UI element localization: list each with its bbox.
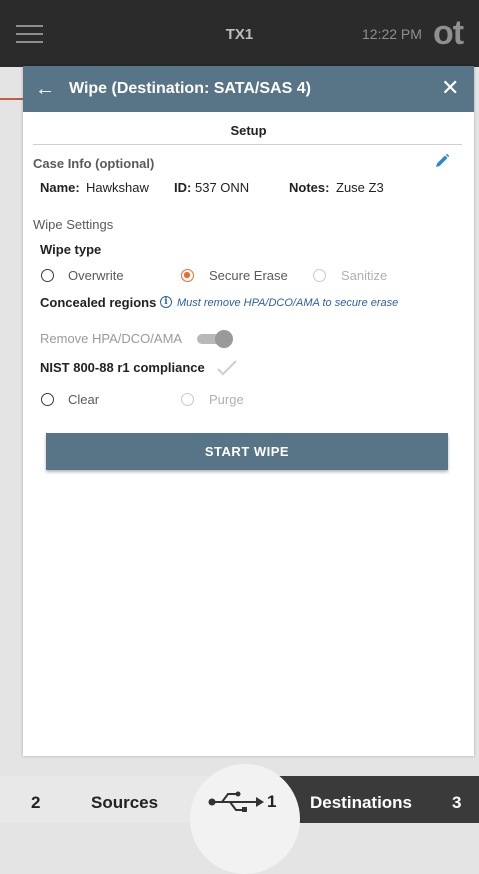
concealed-note: Must remove HPA/DCO/AMA to secure erase xyxy=(177,297,399,309)
brand-logo: ot xyxy=(433,14,464,52)
clear-radio[interactable] xyxy=(41,393,54,406)
remove-hpa-label: Remove HPA/DCO/AMA xyxy=(40,331,183,346)
sanitize-label: Sanitize xyxy=(341,268,388,283)
remove-hpa-toggle[interactable] xyxy=(197,330,233,348)
destinations-label[interactable]: Destinations xyxy=(310,793,412,813)
wipe-type-label: Wipe type xyxy=(40,242,102,257)
edit-pencil-icon[interactable] xyxy=(434,153,450,169)
dialog-header: ← Wipe (Destination: SATA/SAS 4) ✕ xyxy=(23,66,474,112)
destinations-count: 3 xyxy=(452,793,462,812)
case-info-heading: Case Info (optional) xyxy=(33,156,155,171)
bottom-nav: 2 Sources 1 Destinations 3 xyxy=(0,764,479,874)
divider xyxy=(33,144,462,145)
id-value: 537 ONN xyxy=(195,180,250,195)
nist-compliance-label: NIST 800-88 r1 compliance xyxy=(40,360,205,375)
overwrite-label[interactable]: Overwrite xyxy=(68,268,124,283)
overwrite-radio[interactable] xyxy=(41,269,54,282)
close-icon[interactable]: ✕ xyxy=(441,76,459,100)
wipe-dialog: ← Wipe (Destination: SATA/SAS 4) ✕ Setup… xyxy=(23,66,474,756)
secure-erase-label[interactable]: Secure Erase xyxy=(209,268,288,283)
name-label: Name: xyxy=(40,180,80,195)
app-bar: TX1 12:22 PM ot xyxy=(0,0,479,67)
secure-erase-radio[interactable] xyxy=(181,269,194,282)
clear-label[interactable]: Clear xyxy=(68,392,99,407)
start-wipe-button[interactable]: START WIPE xyxy=(46,433,448,470)
name-value: Hawkshaw xyxy=(86,180,149,195)
usb-count: 1 xyxy=(267,792,277,811)
purge-radio xyxy=(181,393,194,406)
sanitize-radio xyxy=(313,269,326,282)
back-arrow-icon[interactable]: ← xyxy=(35,77,55,101)
notes-label: Notes: xyxy=(289,180,330,195)
concealed-regions-label: Concealed regions xyxy=(40,295,157,310)
id-label: ID: xyxy=(174,180,192,195)
dialog-title: Wipe (Destination: SATA/SAS 4) xyxy=(69,80,311,97)
purge-label: Purge xyxy=(209,392,244,407)
clock: 12:22 PM xyxy=(362,26,422,42)
notes-value: Zuse Z3 xyxy=(336,180,384,195)
section-title: Setup xyxy=(230,123,267,138)
wipe-settings-heading: Wipe Settings xyxy=(33,217,114,232)
usb-tab[interactable] xyxy=(190,764,300,874)
sources-label[interactable]: Sources xyxy=(91,793,158,813)
usb-icon[interactable] xyxy=(208,791,264,813)
sources-count: 2 xyxy=(31,793,41,812)
check-icon[interactable] xyxy=(216,360,238,376)
info-icon[interactable]: i xyxy=(160,296,172,308)
